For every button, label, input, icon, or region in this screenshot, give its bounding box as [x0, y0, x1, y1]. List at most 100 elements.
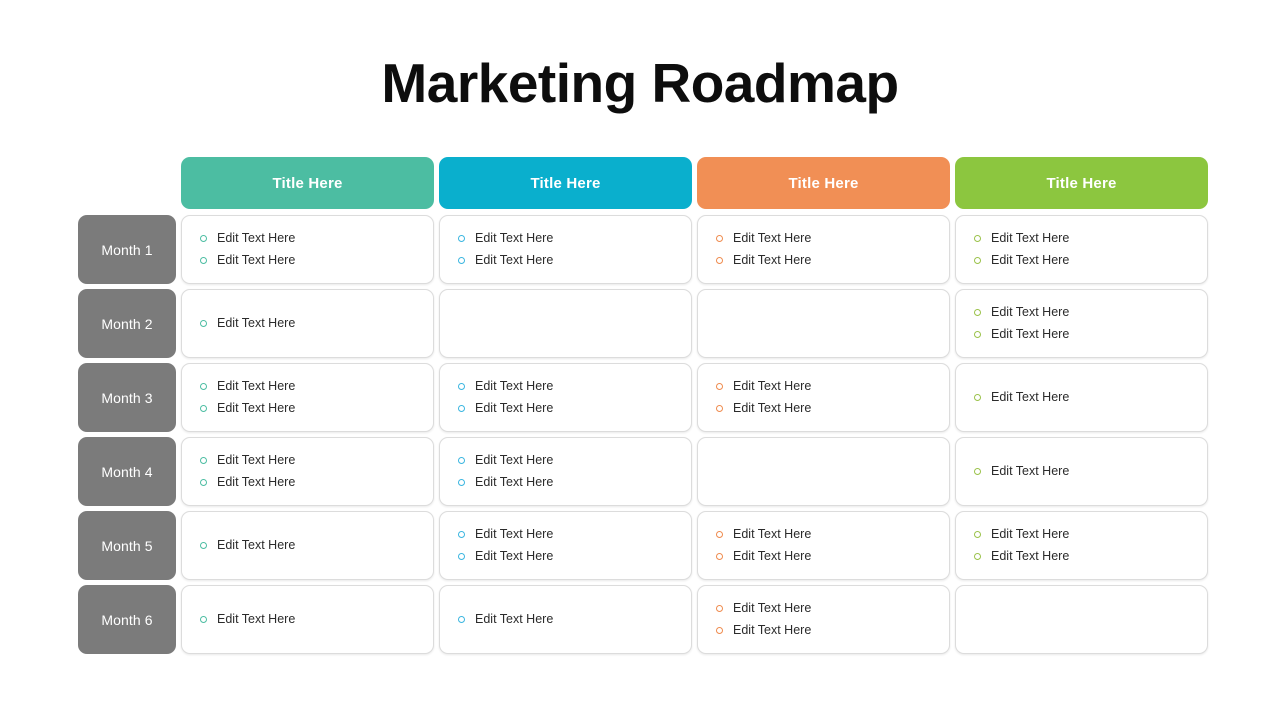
- hollow-circle-bullet-icon: [974, 331, 981, 338]
- list-item[interactable]: Edit Text Here: [716, 231, 935, 246]
- list-item-label: Edit Text Here: [217, 401, 296, 415]
- list-item[interactable]: Edit Text Here: [716, 623, 935, 638]
- list-item-label: Edit Text Here: [991, 527, 1070, 541]
- list-item-label: Edit Text Here: [991, 327, 1070, 341]
- list-item[interactable]: Edit Text Here: [974, 464, 1193, 479]
- hollow-circle-bullet-icon: [458, 457, 465, 464]
- cell-r1-c2[interactable]: Edit Text Here Edit Text Here: [439, 215, 692, 284]
- hollow-circle-bullet-icon: [458, 257, 465, 264]
- list-item[interactable]: Edit Text Here: [458, 379, 677, 394]
- list-item[interactable]: Edit Text Here: [458, 475, 677, 490]
- cell-r2-c2[interactable]: [439, 289, 692, 358]
- list-item-label: Edit Text Here: [475, 231, 554, 245]
- list-item[interactable]: Edit Text Here: [716, 549, 935, 564]
- list-item[interactable]: Edit Text Here: [200, 379, 419, 394]
- cell-r2-c1[interactable]: Edit Text Here: [181, 289, 434, 358]
- hollow-circle-bullet-icon: [458, 383, 465, 390]
- month-label-6[interactable]: Month 6: [78, 585, 176, 654]
- list-item[interactable]: Edit Text Here: [458, 612, 677, 627]
- hollow-circle-bullet-icon: [716, 257, 723, 264]
- list-item[interactable]: Edit Text Here: [974, 390, 1193, 405]
- list-item[interactable]: Edit Text Here: [458, 231, 677, 246]
- hollow-circle-bullet-icon: [200, 542, 207, 549]
- cell-r6-c2[interactable]: Edit Text Here: [439, 585, 692, 654]
- cell-r6-c4[interactable]: [955, 585, 1208, 654]
- cell-r6-c1[interactable]: Edit Text Here: [181, 585, 434, 654]
- list-item[interactable]: Edit Text Here: [200, 401, 419, 416]
- cell-r5-c4[interactable]: Edit Text Here Edit Text Here: [955, 511, 1208, 580]
- list-item[interactable]: Edit Text Here: [200, 475, 419, 490]
- list-item[interactable]: Edit Text Here: [200, 453, 419, 468]
- list-item[interactable]: Edit Text Here: [974, 305, 1193, 320]
- cell-r4-c3[interactable]: [697, 437, 950, 506]
- month-label-text: Month 6: [101, 611, 153, 628]
- list-item-label: Edit Text Here: [217, 453, 296, 467]
- cell-r4-c2[interactable]: Edit Text Here Edit Text Here: [439, 437, 692, 506]
- cell-r2-c4[interactable]: Edit Text Here Edit Text Here: [955, 289, 1208, 358]
- column-header-3[interactable]: Title Here: [697, 157, 950, 209]
- list-item[interactable]: Edit Text Here: [716, 401, 935, 416]
- list-item[interactable]: Edit Text Here: [200, 231, 419, 246]
- list-item[interactable]: Edit Text Here: [200, 612, 419, 627]
- month-rows: Month 1 Edit Text Here Edit Text Here Edit …: [78, 215, 1208, 654]
- list-item[interactable]: Edit Text Here: [716, 601, 935, 616]
- hollow-circle-bullet-icon: [716, 235, 723, 242]
- month-label-text: Month 5: [101, 537, 153, 554]
- hollow-circle-bullet-icon: [974, 235, 981, 242]
- list-item[interactable]: Edit Text Here: [458, 527, 677, 542]
- list-item[interactable]: Edit Text Here: [974, 231, 1193, 246]
- cell-r6-c3[interactable]: Edit Text Here Edit Text Here: [697, 585, 950, 654]
- list-item[interactable]: Edit Text Here: [458, 253, 677, 268]
- month-label-4[interactable]: Month 4: [78, 437, 176, 506]
- cell-r3-c1[interactable]: Edit Text Here Edit Text Here: [181, 363, 434, 432]
- cell-r5-c1[interactable]: Edit Text Here: [181, 511, 434, 580]
- hollow-circle-bullet-icon: [200, 235, 207, 242]
- month-label-2[interactable]: Month 2: [78, 289, 176, 358]
- list-item[interactable]: Edit Text Here: [716, 253, 935, 268]
- hollow-circle-bullet-icon: [716, 531, 723, 538]
- list-item-label: Edit Text Here: [733, 231, 812, 245]
- column-header-4[interactable]: Title Here: [955, 157, 1208, 209]
- list-item[interactable]: Edit Text Here: [458, 401, 677, 416]
- month-label-3[interactable]: Month 3: [78, 363, 176, 432]
- month-row: Month 3 Edit Text Here Edit Text Here Edit …: [78, 363, 1208, 432]
- list-item-label: Edit Text Here: [217, 475, 296, 489]
- list-item[interactable]: Edit Text Here: [974, 527, 1193, 542]
- list-item[interactable]: Edit Text Here: [974, 549, 1193, 564]
- list-item-label: Edit Text Here: [217, 253, 296, 267]
- hollow-circle-bullet-icon: [458, 235, 465, 242]
- list-item-label: Edit Text Here: [475, 475, 554, 489]
- hollow-circle-bullet-icon: [974, 553, 981, 560]
- cell-r1-c1[interactable]: Edit Text Here Edit Text Here: [181, 215, 434, 284]
- cell-r5-c2[interactable]: Edit Text Here Edit Text Here: [439, 511, 692, 580]
- column-header-2[interactable]: Title Here: [439, 157, 692, 209]
- cell-r3-c2[interactable]: Edit Text Here Edit Text Here: [439, 363, 692, 432]
- cell-r3-c3[interactable]: Edit Text Here Edit Text Here: [697, 363, 950, 432]
- cell-r1-c3[interactable]: Edit Text Here Edit Text Here: [697, 215, 950, 284]
- list-item[interactable]: Edit Text Here: [200, 538, 419, 553]
- list-item-label: Edit Text Here: [991, 464, 1070, 478]
- list-item[interactable]: Edit Text Here: [974, 253, 1193, 268]
- month-label-1[interactable]: Month 1: [78, 215, 176, 284]
- cell-r4-c4[interactable]: Edit Text Here: [955, 437, 1208, 506]
- hollow-circle-bullet-icon: [200, 257, 207, 264]
- list-item[interactable]: Edit Text Here: [200, 253, 419, 268]
- hollow-circle-bullet-icon: [200, 479, 207, 486]
- list-item-label: Edit Text Here: [475, 453, 554, 467]
- list-item[interactable]: Edit Text Here: [458, 453, 677, 468]
- cell-r3-c4[interactable]: Edit Text Here: [955, 363, 1208, 432]
- list-item[interactable]: Edit Text Here: [716, 379, 935, 394]
- list-item[interactable]: Edit Text Here: [974, 327, 1193, 342]
- hollow-circle-bullet-icon: [716, 383, 723, 390]
- list-item[interactable]: Edit Text Here: [716, 527, 935, 542]
- cell-r2-c3[interactable]: [697, 289, 950, 358]
- list-item[interactable]: Edit Text Here: [458, 549, 677, 564]
- cell-r4-c1[interactable]: Edit Text Here Edit Text Here: [181, 437, 434, 506]
- list-item-label: Edit Text Here: [733, 549, 812, 563]
- column-header-1[interactable]: Title Here: [181, 157, 434, 209]
- month-row: Month 2 Edit Text Here Edit Text Here Edit …: [78, 289, 1208, 358]
- month-label-5[interactable]: Month 5: [78, 511, 176, 580]
- list-item[interactable]: Edit Text Here: [200, 316, 419, 331]
- cell-r5-c3[interactable]: Edit Text Here Edit Text Here: [697, 511, 950, 580]
- cell-r1-c4[interactable]: Edit Text Here Edit Text Here: [955, 215, 1208, 284]
